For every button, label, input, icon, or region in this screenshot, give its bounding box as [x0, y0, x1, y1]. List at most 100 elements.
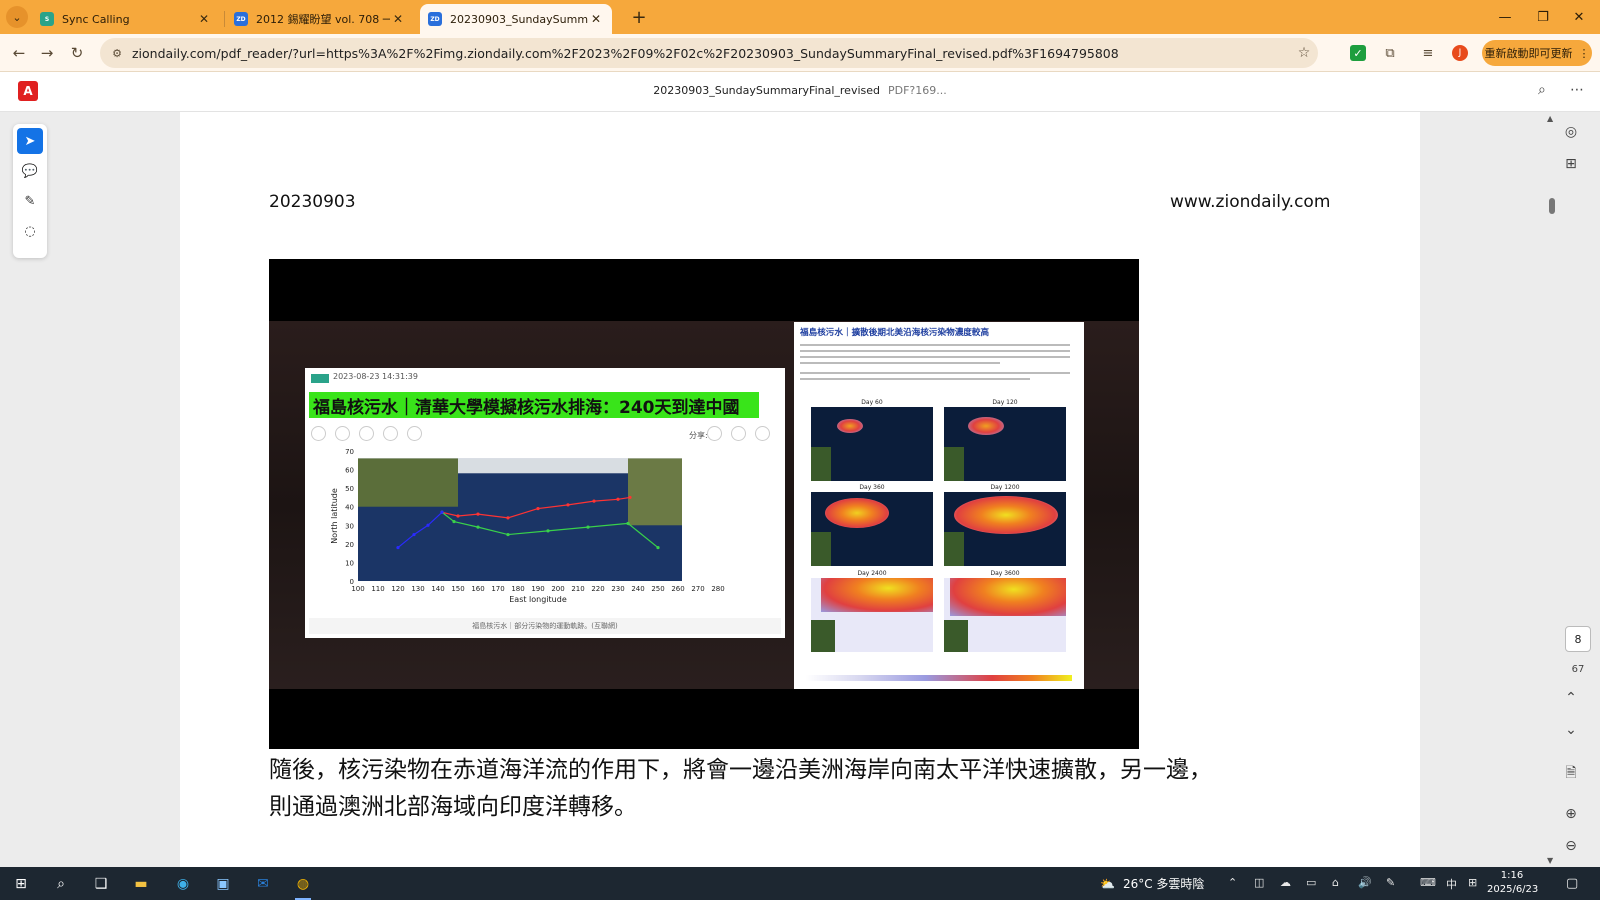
lasso-tool-button[interactable]: ◌ — [17, 218, 43, 244]
share-label: 分享: — [689, 431, 708, 440]
new-tab-button[interactable]: + — [628, 6, 650, 28]
close-icon[interactable]: ✕ — [196, 12, 212, 26]
tab-sunday-summary[interactable]: ZD 20230903_SundaySummaryFinal_r ✕ — [420, 4, 612, 34]
keyboard-icon[interactable]: ⌨ — [1420, 876, 1436, 889]
tab-sync-calling[interactable]: S Sync Calling ✕ — [32, 4, 220, 34]
pdf-query-suffix: PDF?169... — [888, 84, 947, 97]
y-tick-label: 30 — [345, 522, 354, 530]
arctic-ice — [458, 458, 628, 474]
volume-icon[interactable]: 🔊 — [1358, 876, 1372, 889]
update-restart-button[interactable]: 重新啟動即可更新 ⋮ — [1482, 40, 1592, 66]
x-tick-label: 140 — [431, 585, 444, 593]
kebab-menu-icon: ⋮ — [1578, 46, 1590, 60]
store-icon: ▣ — [216, 876, 230, 892]
zion-favicon-icon: ZD — [234, 12, 248, 26]
trajectory-point-1 — [546, 529, 550, 533]
bookmark-star-icon[interactable]: ☆ — [1290, 45, 1318, 61]
previous-page-button[interactable]: ⌃ — [1548, 690, 1594, 706]
more-options-icon[interactable]: ⋯ — [1570, 82, 1584, 98]
network-icon[interactable]: ⌂ — [1332, 876, 1339, 889]
map-label-day-60: Day 60 — [861, 399, 883, 406]
notification-icon[interactable]: ▢ — [1566, 876, 1578, 891]
restore-icon: ❐ — [1537, 9, 1549, 25]
chrome-button[interactable]: ◍ — [292, 873, 314, 900]
plume — [821, 578, 933, 612]
forward-button[interactable]: → — [36, 42, 58, 64]
news-timestamp: 2023-08-23 14:31:39 — [333, 372, 418, 381]
clock[interactable]: 1:16 2025/6/23 — [1487, 869, 1538, 897]
pdf-tool-rail: ➤ 💬 ✎ ◌ — [13, 124, 47, 258]
print-icon — [359, 426, 374, 441]
next-page-button[interactable]: ⌄ — [1548, 722, 1594, 738]
reload-button[interactable]: ↻ — [66, 42, 88, 64]
comment-tool-button[interactable]: 💬 — [17, 158, 43, 184]
meet-now-icon[interactable]: ◫ — [1254, 876, 1264, 889]
tab-search-button[interactable]: ⌄ — [6, 6, 28, 28]
trajectory-point-1 — [656, 545, 660, 550]
page-count: 67 — [1571, 664, 1585, 675]
media-controls-icon[interactable]: ≡ — [1418, 43, 1438, 63]
north-america-landmass — [628, 458, 682, 526]
edge-icon: ◉ — [176, 876, 190, 892]
panel-text-line — [800, 350, 1070, 352]
battery-icon[interactable]: ▭ — [1306, 876, 1316, 889]
draw-tool-button[interactable]: ✎ — [17, 188, 43, 214]
map-label-day-3600: Day 3600 — [990, 570, 1020, 577]
profile-avatar[interactable]: J — [1452, 45, 1468, 61]
task-view-button[interactable]: ❑ — [90, 873, 112, 895]
pen-icon[interactable]: ✎ — [1386, 876, 1395, 889]
close-icon[interactable]: ✕ — [390, 12, 406, 26]
extensions-puzzle-icon[interactable]: ⧉ — [1380, 43, 1400, 63]
trajectory-chart: 100 110 120 130 140 150 160 170 180 190 200 210 220 2… — [330, 448, 725, 604]
map-land — [811, 532, 831, 566]
zoom-out-icon: ⊖ — [1565, 838, 1577, 854]
select-tool-button[interactable]: ➤ — [17, 128, 43, 154]
address-bar[interactable]: ⚙ ziondaily.com/pdf_reader/?url=https%3A… — [100, 38, 1318, 68]
x-tick-label: 240 — [631, 585, 644, 593]
vertical-scrollbar[interactable]: ▲ ▼ — [1544, 112, 1560, 867]
reload-icon: ↻ — [70, 44, 84, 62]
font-increase-icon — [311, 426, 326, 441]
news-badge — [311, 374, 329, 383]
back-button[interactable]: ← — [8, 42, 30, 64]
map-label-day-1200: Day 1200 — [990, 484, 1020, 491]
ime-mode[interactable]: 中 — [1446, 876, 1457, 892]
map-day-3600 — [944, 578, 1066, 652]
scroll-down-icon[interactable]: ▼ — [1547, 856, 1553, 865]
page-header-date: 20230903 — [269, 192, 356, 212]
scroll-up-icon[interactable]: ▲ — [1547, 114, 1553, 123]
url-text[interactable]: ziondaily.com/pdf_reader/?url=https%3A%2… — [128, 46, 1290, 61]
start-button[interactable]: ⊞ — [10, 873, 32, 895]
map-label-day-120: Day 120 — [992, 399, 1018, 406]
link-icon — [383, 426, 398, 441]
map-land — [811, 447, 831, 481]
extension-check-icon[interactable]: ✓ — [1350, 45, 1366, 61]
close-window-button[interactable]: ✕ — [1556, 6, 1600, 28]
file-explorer-button[interactable]: ▬ — [130, 873, 152, 895]
plume — [968, 417, 1004, 435]
page-fit-button[interactable]: 🗎 — [1548, 762, 1594, 786]
site-settings-icon[interactable]: ⚙ — [106, 47, 128, 60]
plus-icon: + — [631, 6, 647, 28]
scroll-thumb[interactable] — [1549, 198, 1555, 214]
zoom-in-button[interactable]: ⊕ — [1548, 806, 1594, 822]
pdf-title: 20230903_SundaySummaryFinal_revised PDF?1… — [0, 84, 1600, 97]
tab-zion-708[interactable]: ZD 2012 錫耀盼望 vol. 708 ── 預言 ✕ — [226, 4, 414, 34]
weather-widget[interactable]: ⛅ 26°C 多雲時陰 — [1100, 875, 1204, 892]
plume — [950, 578, 1066, 616]
edge-button[interactable]: ◉ — [172, 873, 194, 895]
search-icon[interactable]: ⌕ — [1538, 82, 1546, 98]
page-number-input[interactable]: 8 — [1565, 626, 1591, 652]
ime-options-icon[interactable]: ⊞ — [1468, 876, 1477, 889]
close-icon[interactable]: ✕ — [588, 12, 604, 26]
search-button[interactable]: ⌕ — [50, 873, 72, 895]
onedrive-icon[interactable]: ☁ — [1280, 876, 1291, 889]
trajectory-point-1 — [452, 519, 456, 524]
zoom-out-button[interactable]: ⊖ — [1548, 838, 1594, 854]
chevron-up-icon[interactable]: ⌃ — [1228, 876, 1237, 889]
outlook-button[interactable]: ✉ — [252, 873, 274, 895]
x-tick-label: 180 — [511, 585, 524, 593]
store-button[interactable]: ▣ — [212, 873, 234, 895]
article-body-text: 隨後，核污染物在赤道海洋流的作用下，將會一邊沿美洲海岸向南太平洋快速擴散，另一邊… — [269, 757, 1212, 820]
trajectory-point-0 — [592, 499, 596, 503]
